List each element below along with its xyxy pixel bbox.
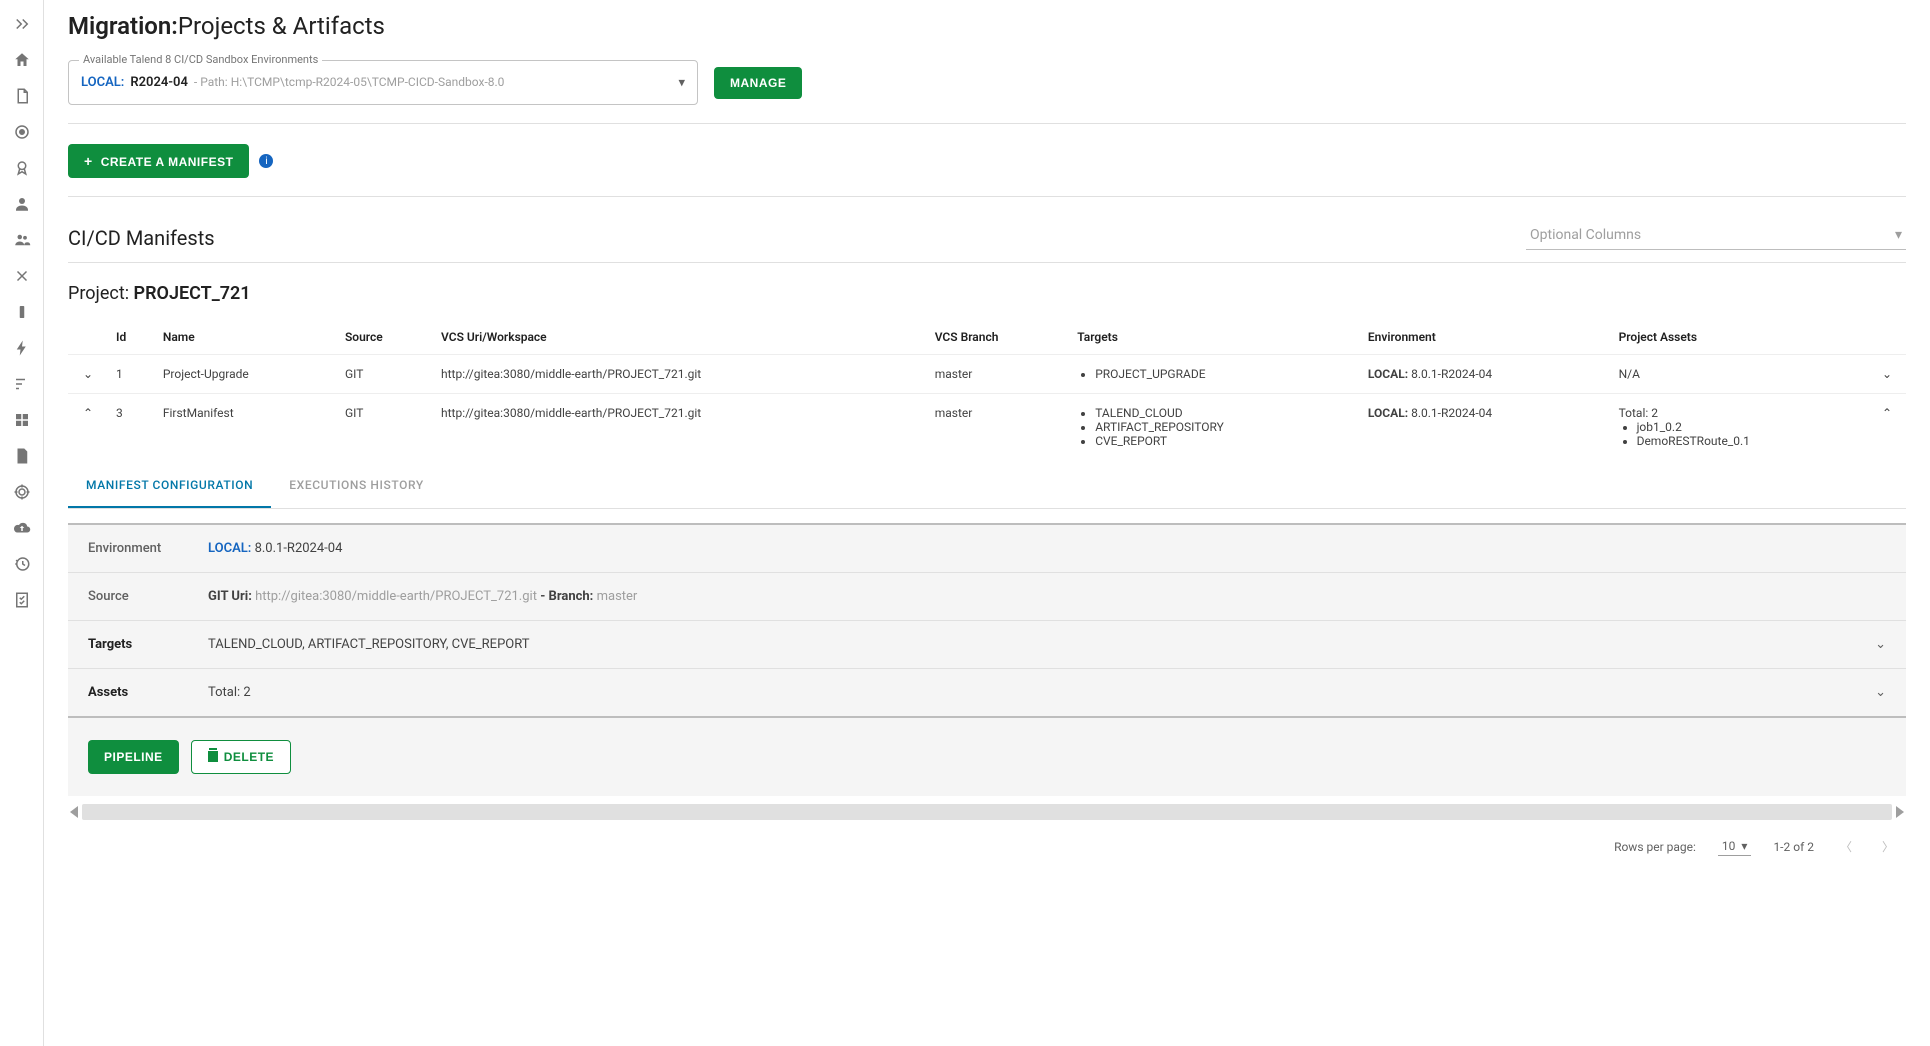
expand-row-icon[interactable]: ⌃ [68,394,108,461]
cloud-upload-icon[interactable] [6,512,38,544]
sidebar [0,0,44,1046]
detail-source-value: GIT Uri: http://gitea:3080/middle-earth/… [208,589,1886,604]
detail-env-label: Environment [88,541,208,556]
pagination: Rows per page: 10 ▾ 1-2 of 2 〈 〉 [68,820,1906,873]
horizontal-scrollbar[interactable] [82,804,1892,820]
table-row: ⌄1Project-UpgradeGIThttp://gitea:3080/mi… [68,355,1906,394]
cell-assets: N/A [1611,355,1874,394]
sidebar-expand[interactable] [6,8,38,40]
manifests-table: Id Name Source VCS Uri/Workspace VCS Bra… [68,320,1906,460]
document-icon[interactable] [6,80,38,112]
chevron-down-icon: ▾ [678,75,685,90]
traffic-icon[interactable] [6,296,38,328]
users-icon[interactable] [6,224,38,256]
col-vcsuri[interactable]: VCS Uri/Workspace [433,320,927,355]
col-id[interactable]: Id [108,320,155,355]
col-env[interactable]: Environment [1360,320,1611,355]
col-name[interactable]: Name [155,320,337,355]
pagination-range: 1-2 of 2 [1773,840,1814,854]
expand-targets-icon[interactable]: ⌄ [1875,637,1886,652]
project-heading: Project: PROJECT_721 [68,283,1906,304]
env-path: - Path: H:\TCMP\tcmp-R2024-05\TCMP-CICD-… [194,75,505,89]
pipeline-button[interactable]: Pipeline [88,740,179,774]
detail-assets-value: Total: 2 [208,685,1875,700]
col-assets[interactable]: Project Assets [1611,320,1874,355]
col-targets[interactable]: Targets [1069,320,1360,355]
main-content: Migration:Projects & Artifacts Available… [44,0,1930,1046]
bolt-icon[interactable] [6,332,38,364]
create-manifest-button[interactable]: Create a Manifest [68,144,249,178]
env-select[interactable]: Available Talend 8 CI/CD Sandbox Environ… [68,60,698,105]
optional-columns-select[interactable]: Optional Columns ▾ [1526,221,1906,250]
rows-per-page-select[interactable]: 10 ▾ [1718,837,1752,856]
info-icon[interactable]: i [259,154,273,168]
detail-env-value: LOCAL: 8.0.1-R2024-04 [208,541,1886,556]
circle-icon[interactable] [6,116,38,148]
cell-vcsuri: http://gitea:3080/middle-earth/PROJECT_7… [433,394,927,461]
home-icon[interactable] [6,44,38,76]
cell-assets: Total: 2job1_0.2DemoRESTRoute_0.1 [1611,394,1874,461]
expand-assets-icon[interactable]: ⌄ [1875,685,1886,700]
env-fieldset-label: Available Talend 8 CI/CD Sandbox Environ… [79,53,322,66]
manage-button[interactable]: Manage [714,67,802,99]
cell-targets: PROJECT_UPGRADE [1069,355,1360,394]
detail-source-label: Source [88,589,208,604]
cell-targets: TALEND_CLOUDARTIFACT_REPOSITORYCVE_REPOR… [1069,394,1360,461]
optional-columns-placeholder: Optional Columns [1530,227,1641,243]
cell-env: LOCAL: 8.0.1-R2024-04 [1360,394,1611,461]
detail-assets-label: Assets [88,685,208,700]
detail-actions: Pipeline Delete [68,718,1906,796]
delete-button[interactable]: Delete [191,740,291,774]
col-source[interactable]: Source [337,320,433,355]
grid-icon[interactable] [6,404,38,436]
checklist-icon[interactable] [6,584,38,616]
cell-id: 3 [108,394,155,461]
target-icon[interactable] [6,476,38,508]
next-page-button[interactable]: 〉 [1878,834,1898,859]
detail-tabs: Manifest Configuration Executions Histor… [68,464,1906,509]
col-vcsbranch[interactable]: VCS Branch [927,320,1070,355]
page-title: Migration:Projects & Artifacts [68,12,1906,40]
history-icon[interactable] [6,548,38,580]
row-action-caret[interactable]: ⌄ [1874,355,1906,394]
manifests-section-title: CI/CD Manifests [68,226,215,250]
tools-icon[interactable] [6,260,38,292]
cell-vcsbranch: master [927,355,1070,394]
user-icon[interactable] [6,188,38,220]
tab-manifest-config[interactable]: Manifest Configuration [68,464,271,508]
file-icon[interactable] [6,440,38,472]
trash-icon [208,751,218,762]
detail-panel: Environment LOCAL: 8.0.1-R2024-04 Source… [68,523,1906,718]
row-action-caret[interactable]: ⌃ [1874,394,1906,461]
prev-page-button[interactable]: 〈 [1836,834,1856,859]
cell-vcsuri: http://gitea:3080/middle-earth/PROJECT_7… [433,355,927,394]
chart-icon[interactable] [6,368,38,400]
badge-icon[interactable] [6,152,38,184]
rows-per-page-label: Rows per page: [1614,840,1696,854]
detail-targets-label: Targets [88,637,208,652]
cell-name: FirstManifest [155,394,337,461]
cell-source: GIT [337,355,433,394]
cell-env: LOCAL: 8.0.1-R2024-04 [1360,355,1611,394]
cell-name: Project-Upgrade [155,355,337,394]
detail-targets-value: TALEND_CLOUD, ARTIFACT_REPOSITORY, CVE_R… [208,637,1875,652]
env-version: R2024-04 [130,75,188,90]
chevron-down-icon: ▾ [1895,227,1902,243]
expand-row-icon[interactable]: ⌄ [68,355,108,394]
cell-source: GIT [337,394,433,461]
chevron-down-icon: ▾ [1741,839,1747,853]
tab-executions-history[interactable]: Executions History [271,464,442,508]
cell-vcsbranch: master [927,394,1070,461]
env-local-label: LOCAL: [81,75,124,90]
cell-id: 1 [108,355,155,394]
table-row: ⌃3FirstManifestGIThttp://gitea:3080/midd… [68,394,1906,461]
